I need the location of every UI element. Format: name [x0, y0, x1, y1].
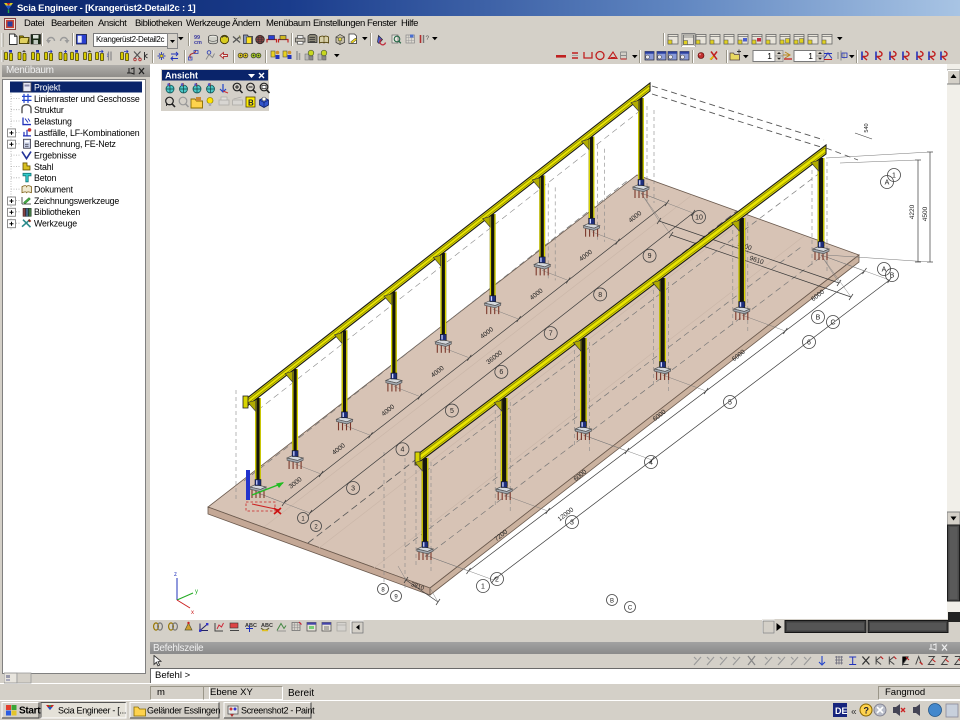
svg-text:4: 4: [401, 447, 405, 454]
svg-text:B: B: [816, 314, 821, 321]
svg-text:Belastung: Belastung: [34, 116, 72, 126]
svg-text:3: 3: [351, 485, 355, 492]
svg-text:z: z: [174, 572, 177, 578]
svg-text:B: B: [248, 99, 254, 108]
svg-text:6: 6: [807, 339, 811, 346]
svg-text:«: «: [851, 707, 857, 718]
svg-text:Ansicht: Ansicht: [165, 71, 198, 81]
svg-text:Zeichnungswerkzeuge: Zeichnungswerkzeuge: [34, 196, 119, 206]
svg-text:C: C: [830, 319, 835, 326]
svg-text:1: 1: [767, 51, 772, 61]
svg-text:Lastfälle, LF-Kombinationen: Lastfälle, LF-Kombinationen: [34, 128, 140, 138]
svg-text:2: 2: [495, 576, 499, 583]
svg-text:4: 4: [649, 459, 653, 466]
svg-text:1: 1: [481, 583, 485, 590]
svg-text:Ergebnisse: Ergebnisse: [34, 151, 77, 161]
svg-text:4220: 4220: [909, 204, 916, 219]
svg-text:10: 10: [695, 214, 703, 221]
svg-text:↕: ↕: [106, 53, 109, 59]
svg-text:C: C: [628, 605, 633, 611]
svg-text:y: y: [195, 589, 198, 595]
svg-text:cm: cm: [194, 40, 202, 46]
svg-text:Scia Engineer - [...: Scia Engineer - [...: [58, 706, 126, 716]
svg-text:3: 3: [570, 519, 574, 526]
svg-text:DE: DE: [835, 706, 848, 716]
svg-text:7: 7: [549, 331, 553, 338]
svg-text:Stahl: Stahl: [34, 162, 53, 172]
svg-text:Linienraster und Geschosse: Linienraster und Geschosse: [34, 94, 140, 104]
svg-text:?: ?: [864, 706, 870, 716]
svg-text:B: B: [890, 272, 895, 279]
svg-text:4500: 4500: [922, 206, 929, 221]
svg-text:1: 1: [808, 51, 813, 61]
svg-text:Bibliotheken: Bibliotheken: [34, 207, 80, 217]
svg-text:5: 5: [728, 399, 732, 406]
svg-text:8: 8: [598, 292, 602, 299]
svg-text:Geländer Esslingen: Geländer Esslingen: [147, 706, 220, 716]
svg-text:x: x: [191, 610, 194, 616]
svg-text:Screenshot2 - Paint: Screenshot2 - Paint: [241, 706, 315, 716]
svg-text:1: 1: [892, 172, 896, 179]
svg-text:6: 6: [499, 369, 503, 376]
svg-text:A: A: [885, 179, 890, 186]
svg-text:ABC: ABC: [261, 623, 273, 629]
svg-text:Berechnung, FE-Netz: Berechnung, FE-Netz: [34, 139, 116, 149]
svg-text:Start: Start: [19, 706, 41, 717]
svg-text:5: 5: [450, 408, 454, 415]
svg-text:B: B: [610, 598, 614, 604]
svg-text:Dokument: Dokument: [34, 185, 74, 195]
svg-text:540: 540: [864, 123, 870, 132]
svg-text:Projekt: Projekt: [34, 82, 61, 92]
svg-text:Werkzeuge: Werkzeuge: [34, 219, 77, 229]
svg-text:Struktur: Struktur: [34, 105, 64, 115]
svg-text:?: ?: [426, 35, 430, 42]
svg-text:9: 9: [648, 253, 652, 260]
svg-text:Beton: Beton: [34, 173, 56, 183]
